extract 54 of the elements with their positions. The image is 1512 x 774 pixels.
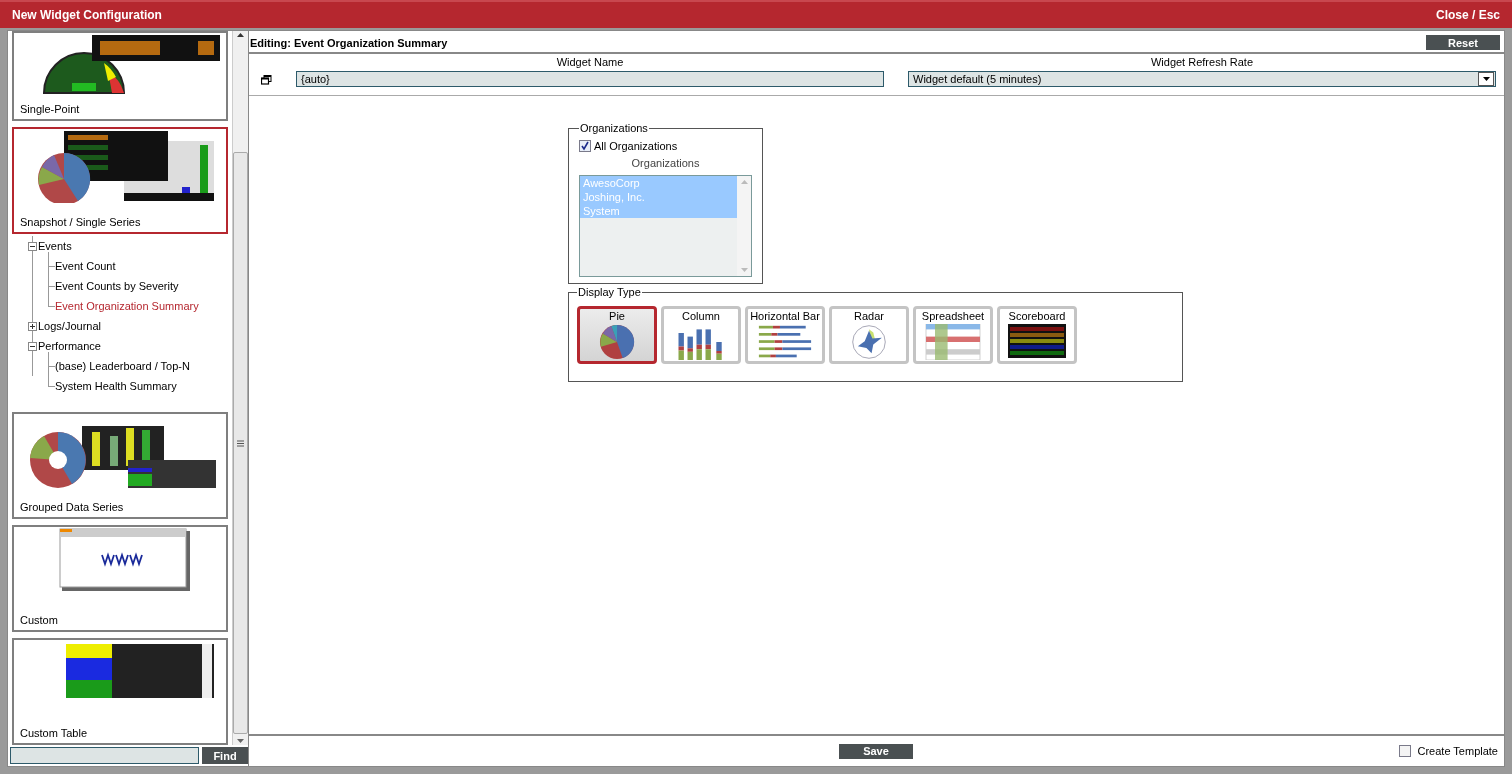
save-button[interactable]: Save — [839, 743, 913, 759]
pie-chart-icon — [597, 324, 637, 360]
editing-heading: Editing: Event Organization Summary — [250, 36, 448, 49]
scroll-up-icon[interactable] — [237, 33, 244, 37]
tree-item[interactable]: Performance — [38, 340, 101, 352]
checkbox[interactable] — [1399, 745, 1412, 757]
widget-type-card[interactable]: Snapshot / Single Series — [12, 127, 228, 234]
collapse-icon[interactable] — [28, 241, 37, 251]
refresh-rate-dropdown[interactable]: Widget default (5 minutes) — [908, 71, 1496, 87]
spreadsheet-icon — [923, 324, 983, 360]
tree-item[interactable]: System Health Summary — [55, 380, 177, 392]
window-title: New Widget Configuration — [12, 8, 162, 22]
card-label: Custom Table — [20, 727, 89, 739]
scoreboard-icon — [1008, 324, 1066, 358]
widget-type-card[interactable]: Grouped Data Series — [12, 412, 228, 519]
close-link[interactable]: Close / Esc — [1435, 8, 1500, 22]
field-label: Widget Refresh Rate — [1150, 56, 1254, 68]
reset-button[interactable]: Reset — [1426, 35, 1500, 50]
widget-type-card[interactable]: Custom — [12, 525, 228, 632]
list-label: Organizations — [631, 157, 700, 169]
grip-icon[interactable] — [237, 439, 244, 447]
scrollbar[interactable] — [232, 31, 248, 745]
collapse-icon[interactable] — [28, 341, 37, 351]
display-type-option[interactable]: Radar — [829, 306, 909, 364]
group-legend: Display Type — [577, 286, 642, 298]
find-button[interactable]: Find — [202, 747, 248, 764]
tree-item[interactable]: Event Counts by Severity — [55, 280, 179, 292]
tree-item[interactable]: Event Organization Summary — [55, 300, 199, 312]
tree-item[interactable]: (base) Leaderboard / Top-N — [55, 360, 190, 372]
display-type-option[interactable]: Column — [661, 306, 741, 364]
group-legend: Organizations — [579, 122, 649, 134]
card-label: Snapshot / Single Series — [20, 216, 142, 228]
display-type-option[interactable]: Scoreboard — [997, 306, 1077, 364]
card-label: Custom — [20, 614, 59, 626]
tree-item[interactable]: Event Count — [55, 260, 116, 272]
widget-name-field[interactable]: {auto} — [296, 71, 884, 87]
widget-type-card[interactable]: Custom Table — [12, 638, 228, 745]
tree-item[interactable]: Logs/Journal — [38, 320, 101, 332]
field-label: Widget Name — [556, 56, 624, 68]
widget-type-card[interactable]: Single-Point — [12, 31, 228, 121]
windows-icon[interactable] — [261, 75, 272, 85]
card-label: Single-Point — [20, 103, 81, 115]
scroll-down-icon[interactable] — [237, 739, 244, 743]
tree-item[interactable]: Events — [38, 240, 72, 252]
display-type-option[interactable]: Pie — [577, 306, 657, 364]
display-type-option[interactable]: Horizontal Bar — [745, 306, 825, 364]
checkbox-label: Create Template — [1417, 745, 1498, 757]
card-label: Grouped Data Series — [20, 501, 125, 513]
expand-icon[interactable] — [28, 321, 37, 331]
dropdown-caret-icon[interactable] — [1482, 77, 1490, 81]
checkbox[interactable] — [579, 140, 591, 152]
find-field[interactable] — [10, 747, 199, 764]
display-type-option[interactable]: Spreadsheet — [913, 306, 993, 364]
checkbox-label: All Organizations — [594, 140, 678, 152]
